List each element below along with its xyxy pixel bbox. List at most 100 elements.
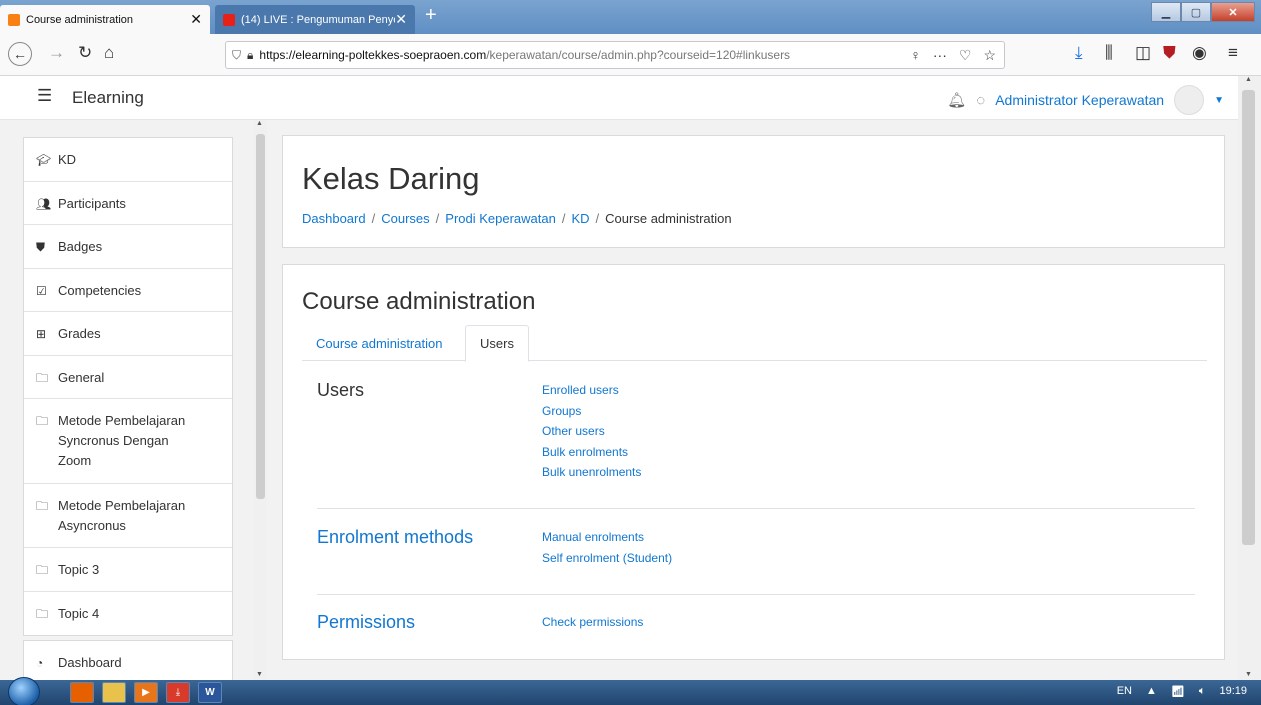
nav-drawer: 🎓︎ KD 👥︎ Participants ⛊ Badges ☑ Compete… (0, 120, 265, 680)
sidebar-item-metode-sync[interactable]: 🗀 Metode Pembelajaran Syncronus Dengan Z… (24, 399, 232, 484)
ublock-icon[interactable]: ⛊ (1163, 43, 1176, 63)
bulk-unenrolments-link[interactable]: Bulk unenrolments (542, 462, 641, 483)
admin-tabs: Course administration Users (302, 325, 1207, 362)
sidebar-item-competencies[interactable]: ☑ Competencies (24, 269, 232, 312)
breadcrumb-dashboard[interactable]: Dashboard (302, 211, 366, 226)
scroll-up-icon[interactable]: ▲ (1245, 76, 1252, 83)
other-users-link[interactable]: Other users (542, 421, 641, 442)
network-icon[interactable]: 📶︎ (1171, 685, 1185, 698)
scroll-down-icon[interactable]: ▼ (256, 671, 263, 678)
volume-icon[interactable]: 🔈︎ (1199, 685, 1206, 698)
user-area: 🔔︎ ◌ Administrator Keperawatan ▼ (947, 85, 1224, 115)
close-tab-icon[interactable]: ✕ (395, 11, 407, 28)
account-icon[interactable]: ◉ (1192, 43, 1207, 63)
url-bar[interactable]: ⛉ 🔒︎ https://elearning-poltekkes-soeprao… (225, 41, 1005, 69)
bookmark-star-icon[interactable]: ☆ (983, 47, 996, 64)
sidebar-item-topic-3[interactable]: 🗀 Topic 3 (24, 548, 232, 592)
page-title: Kelas Daring (302, 161, 480, 196)
drawer-scroll-thumb[interactable] (256, 134, 265, 499)
tab-users[interactable]: Users (465, 325, 529, 362)
scroll-down-icon[interactable]: ▼ (1245, 671, 1252, 678)
breadcrumb-prodi[interactable]: Prodi Keperawatan (445, 211, 556, 226)
sidebar-item-dashboard[interactable]: ◔ Dashboard (24, 641, 232, 680)
enrolled-users-link[interactable]: Enrolled users (542, 380, 641, 401)
folder-icon: 🗀 (36, 414, 49, 428)
sidebar-icon[interactable]: ◫ (1135, 43, 1151, 63)
tracking-shield-icon[interactable]: ⛉ (232, 48, 241, 63)
home-icon[interactable]: ⌂ (104, 43, 114, 63)
user-menu-caret-icon[interactable]: ▼ (1214, 95, 1224, 106)
minimize-icon[interactable]: ▁ (1151, 2, 1181, 22)
url-actions: ♀ ··· ♡ ☆ (910, 47, 996, 64)
manual-enrolments-link[interactable]: Manual enrolments (542, 527, 672, 548)
breadcrumb-courses[interactable]: Courses (381, 211, 429, 226)
site-brand[interactable]: Elearning (72, 88, 144, 108)
clock[interactable]: 19:19 (1219, 685, 1247, 698)
groups-link[interactable]: Groups (542, 401, 641, 422)
maximize-icon[interactable]: ▢ (1181, 2, 1211, 22)
forward-icon[interactable]: → (48, 43, 65, 63)
section-heading-link[interactable]: Enrolment methods (317, 527, 473, 548)
avatar[interactable] (1174, 85, 1205, 115)
main-region: Kelas Daring Dashboard / Courses / Prodi Kep… (267, 120, 1238, 680)
tray-expand-icon[interactable]: ▲ (1146, 685, 1157, 698)
scroll-up-icon[interactable]: ▲ (256, 120, 263, 127)
breadcrumb-kd[interactable]: KD (571, 211, 589, 226)
sidebar-item-grades[interactable]: ⊞ Grades (24, 312, 232, 356)
menu-icon[interactable]: ≡ (1228, 43, 1238, 63)
word-taskbar-icon[interactable]: W (198, 682, 222, 703)
sidebar-item-label: Topic 4 (58, 606, 100, 621)
check-permissions-link[interactable]: Check permissions (542, 612, 643, 633)
pocket-icon[interactable]: ♡ (959, 47, 972, 64)
notification-bell-icon[interactable]: 🔔︎ (947, 91, 966, 109)
tab-course-administration[interactable]: Course administration (302, 325, 456, 361)
lock-icon[interactable]: 🔒︎ (247, 48, 253, 63)
sidebar-item-participants[interactable]: 👥︎ Participants (24, 182, 232, 225)
sidebar-item-label: Grades (58, 326, 101, 341)
tab-title: Course administration (26, 13, 133, 26)
folder-icon: 🗀 (36, 499, 49, 513)
sidebar-item-topic-4[interactable]: 🗀 Topic 4 (24, 592, 232, 635)
media-player-taskbar-icon[interactable]: ▶ (134, 682, 158, 703)
browser-tabbar: Course administration ✕ (14) LIVE : Peng… (0, 0, 1261, 34)
library-icon[interactable]: ⫼ (1105, 43, 1113, 63)
tab-course-administration[interactable]: Course administration ✕ (0, 5, 210, 34)
more-actions-icon[interactable]: ··· (933, 47, 947, 64)
page-scroll-thumb[interactable] (1242, 90, 1255, 545)
youtube-favicon-icon (223, 13, 235, 26)
reload-icon[interactable]: ↻ (78, 43, 92, 63)
drawer-toggle-icon[interactable]: ☰ (37, 86, 52, 106)
download-icon[interactable]: ⤓ (1075, 43, 1083, 63)
start-button-icon[interactable] (8, 677, 40, 705)
explorer-taskbar-icon[interactable] (102, 682, 126, 703)
sidebar-item-label: General (58, 370, 105, 385)
new-tab-icon[interactable]: + (425, 4, 437, 27)
browser-navbar: ← → ↻ ⌂ ⛉ 🔒︎ https://elearning-poltekkes… (0, 34, 1261, 76)
tab-youtube-live[interactable]: (14) LIVE : Pengumuman Penye ✕ (215, 5, 415, 34)
close-window-icon[interactable]: ✕ (1211, 2, 1255, 22)
sidebar-item-metode-async[interactable]: 🗀 Metode Pembelajaran Asyncronus (24, 484, 232, 548)
users-icon: 👥︎ (36, 197, 52, 211)
firefox-taskbar-icon[interactable] (70, 682, 94, 703)
page-scrollbar[interactable]: ▲ ▼ (1238, 76, 1261, 680)
graduation-cap-icon: 🎓︎ (36, 153, 52, 167)
back-icon[interactable]: ← (8, 42, 32, 66)
sidebar-item-kd[interactable]: 🎓︎ KD (24, 138, 232, 182)
message-icon[interactable]: ◌ (976, 92, 985, 109)
bulk-enrolments-link[interactable]: Bulk enrolments (542, 442, 641, 463)
sidebar-item-general[interactable]: 🗀 General (24, 356, 232, 399)
window-controls: ▁ ▢ ✕ (1151, 2, 1255, 22)
download-manager-taskbar-icon[interactable]: ⤓ (166, 682, 190, 703)
user-name[interactable]: Administrator Keperawatan (995, 92, 1164, 108)
sidebar-item-badges[interactable]: ⛊ Badges (24, 225, 232, 269)
breadcrumb-separator: / (561, 211, 566, 226)
sidebar-item-label: Dashboard (58, 655, 122, 670)
self-enrolment-link[interactable]: Self enrolment (Student) (542, 548, 672, 569)
section-heading-link[interactable]: Permissions (317, 612, 415, 633)
folder-icon: 🗀 (36, 371, 49, 385)
os-taskbar: ▶ ⤓ W EN ▲ 📶︎ 🔈︎ 19:19 (0, 677, 1261, 705)
language-indicator[interactable]: EN (1117, 685, 1132, 698)
key-icon[interactable]: ♀ (910, 47, 921, 64)
drawer-scrollbar[interactable]: ▲ ▼ (254, 120, 267, 680)
close-tab-icon[interactable]: ✕ (190, 11, 202, 28)
